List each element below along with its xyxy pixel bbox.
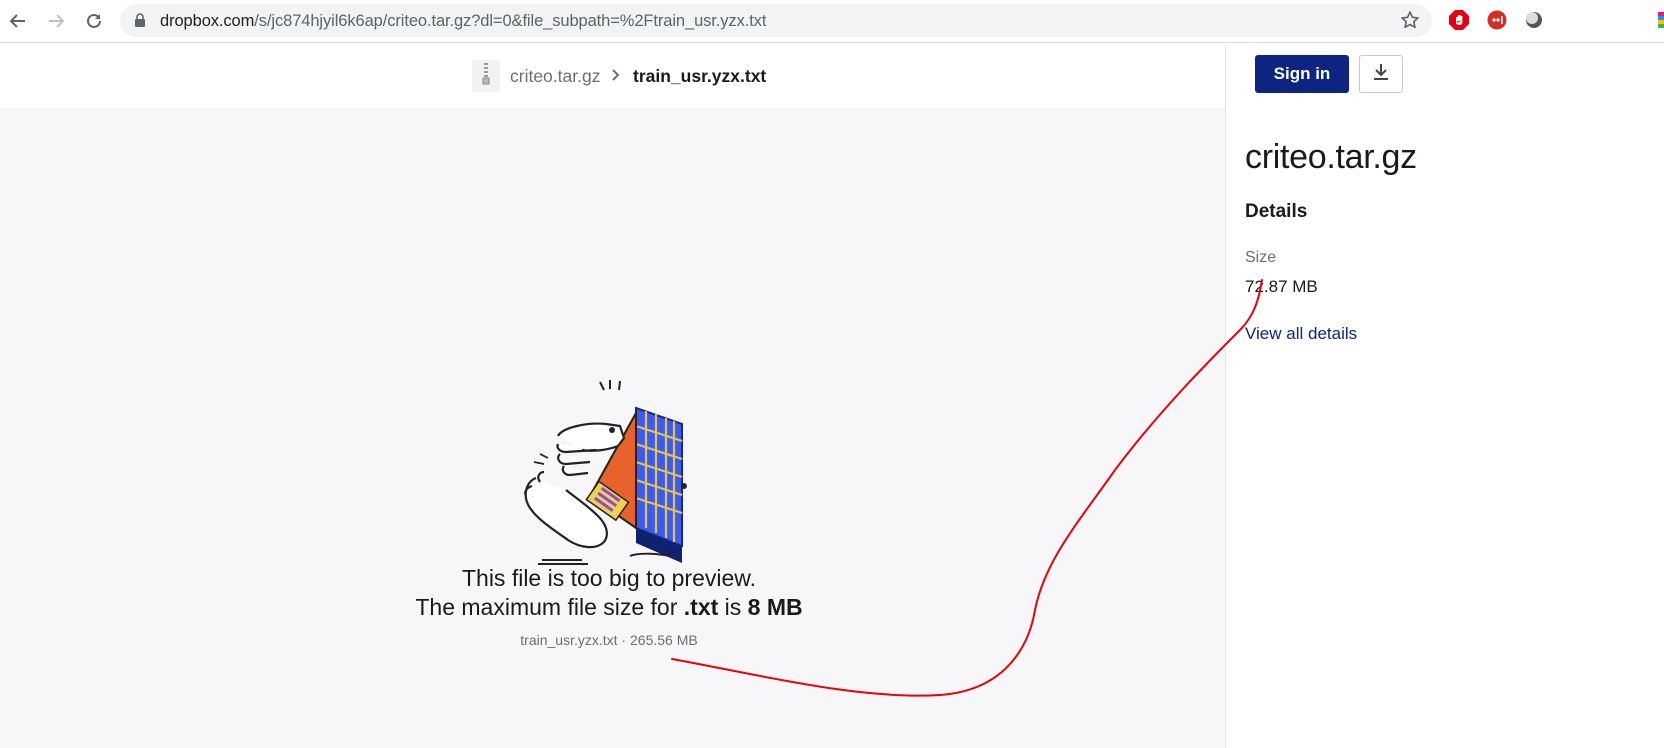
- lock-icon[interactable]: [134, 13, 146, 33]
- breadcrumb: criteo.tar.gz train_usr.yzx.txt: [0, 44, 1225, 108]
- file-title: criteo.tar.gz: [1245, 138, 1417, 176]
- breadcrumb-parent-link[interactable]: criteo.tar.gz: [510, 66, 600, 87]
- forward-arrow-icon[interactable]: [43, 8, 69, 34]
- star-icon[interactable]: [1400, 10, 1420, 35]
- reload-icon[interactable]: [81, 8, 107, 34]
- download-button[interactable]: [1359, 55, 1403, 93]
- zip-file-icon: [472, 60, 500, 92]
- preview-pane: This file is too big to preview. The max…: [0, 108, 1225, 748]
- too-big-illustration: [524, 380, 687, 565]
- url-text[interactable]: dropbox.com/s/jc874hjyil6k6ap/criteo.tar…: [160, 12, 766, 31]
- view-all-details-link[interactable]: View all details: [1245, 324, 1357, 344]
- download-icon: [1370, 61, 1392, 88]
- breadcrumb-current: train_usr.yzx.txt: [633, 66, 767, 86]
- colorful-extension-icon[interactable]: [1656, 9, 1664, 31]
- size-label: Size: [1245, 249, 1277, 266]
- adblock-extension-icon[interactable]: [1448, 9, 1470, 31]
- back-arrow-icon[interactable]: [5, 8, 31, 34]
- browser-toolbar: dropbox.com/s/jc874hjyil6k6ap/criteo.tar…: [0, 0, 1664, 43]
- size-value: 72.87 MB: [1245, 277, 1318, 296]
- too-big-message: This file is too big to preview.: [461, 565, 757, 591]
- lastpass-extension-icon[interactable]: [1486, 9, 1508, 31]
- details-heading: Details: [1245, 201, 1308, 222]
- grey-circle-extension-icon[interactable]: [1523, 9, 1545, 31]
- file-size-info: train_usr.yzx.txt · 265.56 MB: [520, 632, 698, 648]
- chevron-right-icon: [611, 68, 621, 87]
- details-sidebar: Sign in criteo.tar.gz Details Size 72.87…: [1225, 44, 1664, 748]
- max-size-message: The maximum file size for .txt is 8 MB: [415, 594, 803, 620]
- file-preview-area: criteo.tar.gz train_usr.yzx.txt This fil…: [0, 44, 1225, 748]
- sign-in-button[interactable]: Sign in: [1255, 55, 1349, 93]
- address-bar[interactable]: dropbox.com/s/jc874hjyil6k6ap/criteo.tar…: [120, 4, 1432, 37]
